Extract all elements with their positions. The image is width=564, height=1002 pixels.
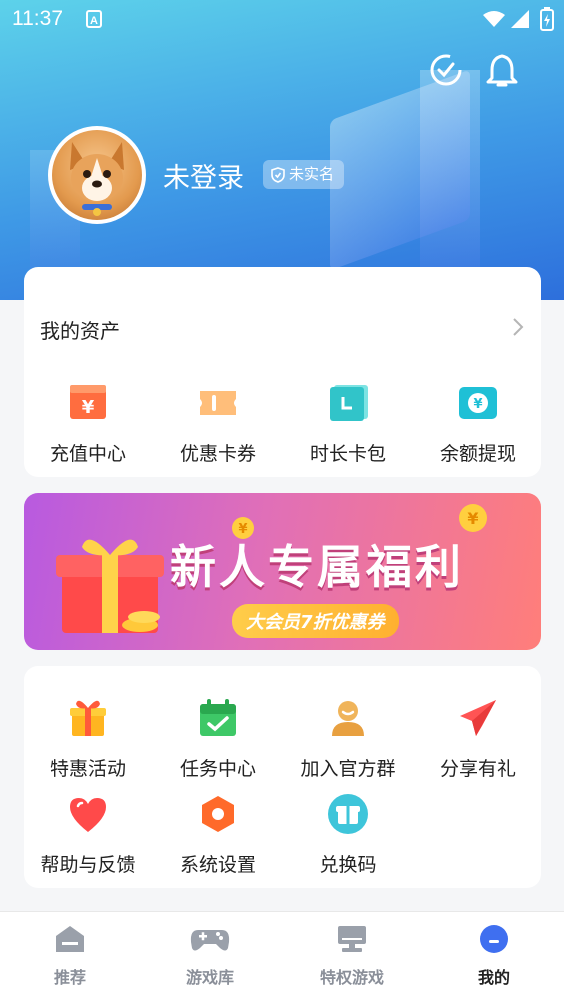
svg-text:¥: ¥ — [467, 509, 478, 528]
newcomer-banner[interactable]: ¥ ¥ 新人专属福利 大会员7折优惠券 — [24, 493, 541, 650]
tab-privilege-games[interactable]: 特权游戏 — [302, 924, 402, 988]
calendar-check-icon — [200, 699, 236, 736]
join-group-label: 加入官方群 — [300, 758, 396, 780]
username[interactable]: 未登录 — [163, 156, 244, 195]
verify-badge-label: 未实名 — [289, 165, 335, 183]
redeem-code-label: 兑换码 — [319, 854, 377, 876]
gift-box-illustration — [56, 539, 164, 633]
withdraw-icon: ¥ — [459, 387, 497, 419]
status-time: 11:37 — [12, 7, 63, 30]
redeem-gift-icon — [328, 794, 368, 834]
svg-text:¥: ¥ — [473, 397, 482, 412]
status-bar: 11:37 A — [0, 0, 564, 38]
assets-title[interactable]: 我的资产 — [40, 315, 120, 344]
time-card-label: 时长卡包 — [309, 443, 386, 465]
help-feedback-label: 帮助与反馈 — [40, 854, 136, 876]
coupons-label: 优惠卡券 — [179, 443, 256, 465]
recharge-center-label: 充值中心 — [49, 443, 126, 465]
group-icon — [332, 701, 364, 736]
banner-subtitle: 大会员7折优惠券 — [232, 604, 399, 638]
bottom-tab-bar: 推荐 游戏库 特权游戏 我的 — [0, 911, 564, 1002]
task-center-label: 任务中心 — [179, 758, 256, 780]
tab-game-library[interactable]: 游戏库 — [160, 924, 260, 988]
tab-mine-label: 我的 — [477, 968, 510, 987]
recharge-center-button[interactable]: ¥ 充值中心 — [28, 381, 148, 466]
dog-avatar-icon — [70, 142, 124, 216]
paper-plane-icon — [460, 700, 496, 736]
svg-text:¥: ¥ — [82, 397, 95, 418]
time-card-button[interactable]: 时长卡包 — [288, 381, 408, 466]
special-offers-label: 特惠活动 — [49, 758, 126, 780]
special-offers-button[interactable]: 特惠活动 — [28, 696, 148, 781]
history-icon[interactable] — [428, 52, 464, 88]
system-settings-button[interactable]: 系统设置 — [158, 792, 278, 877]
time-card-icon — [330, 385, 368, 421]
tab-recommend[interactable]: 推荐 — [20, 924, 120, 988]
tab-mine[interactable]: 我的 — [444, 924, 544, 988]
withdraw-label: 余额提现 — [439, 443, 516, 465]
join-group-button[interactable]: 加入官方群 — [288, 696, 408, 781]
withdraw-button[interactable]: ¥ 余额提现 — [418, 381, 538, 466]
services-card: 特惠活动 任务中心 加入官方群 分享有礼 帮助与反馈 系统设置 兑换码 — [24, 666, 541, 888]
avatar[interactable] — [48, 126, 146, 224]
banner-title: 新人专属福利 — [170, 540, 464, 594]
shield-icon — [271, 166, 285, 183]
monitor-icon — [338, 926, 366, 952]
assets-card: 我的资产 ¥ 充值中心 优惠卡券 时长卡包 ¥ 余额提现 — [24, 267, 541, 477]
coupons-button[interactable]: 优惠卡券 — [158, 381, 278, 466]
recharge-icon: ¥ — [70, 385, 106, 419]
notification-a-icon: A — [86, 10, 102, 28]
heart-icon — [70, 798, 106, 832]
redeem-code-button[interactable]: 兑换码 — [288, 792, 408, 877]
task-center-button[interactable]: 任务中心 — [158, 696, 278, 781]
battery-icon — [540, 7, 554, 31]
coin-icon: ¥ — [459, 504, 487, 532]
bell-icon[interactable] — [484, 52, 520, 88]
tab-recommend-label: 推荐 — [53, 968, 86, 987]
chevron-right-icon[interactable] — [512, 317, 524, 337]
home-icon — [56, 926, 84, 952]
coupon-icon — [200, 391, 236, 415]
profile-icon — [480, 925, 508, 953]
help-feedback-button[interactable]: 帮助与反馈 — [28, 792, 148, 877]
share-reward-label: 分享有礼 — [439, 758, 516, 780]
share-reward-button[interactable]: 分享有礼 — [418, 696, 538, 781]
signal-icon — [511, 10, 529, 28]
svg-text:A: A — [90, 15, 98, 27]
verify-badge[interactable]: 未实名 — [263, 160, 345, 189]
gamepad-icon — [190, 930, 230, 951]
tab-game-library-label: 游戏库 — [185, 968, 234, 987]
settings-hexagon-icon — [202, 796, 234, 832]
wifi-icon — [483, 11, 505, 27]
gift-box-icon — [70, 700, 106, 736]
system-settings-label: 系统设置 — [179, 854, 256, 876]
tab-privilege-games-label: 特权游戏 — [319, 968, 384, 987]
